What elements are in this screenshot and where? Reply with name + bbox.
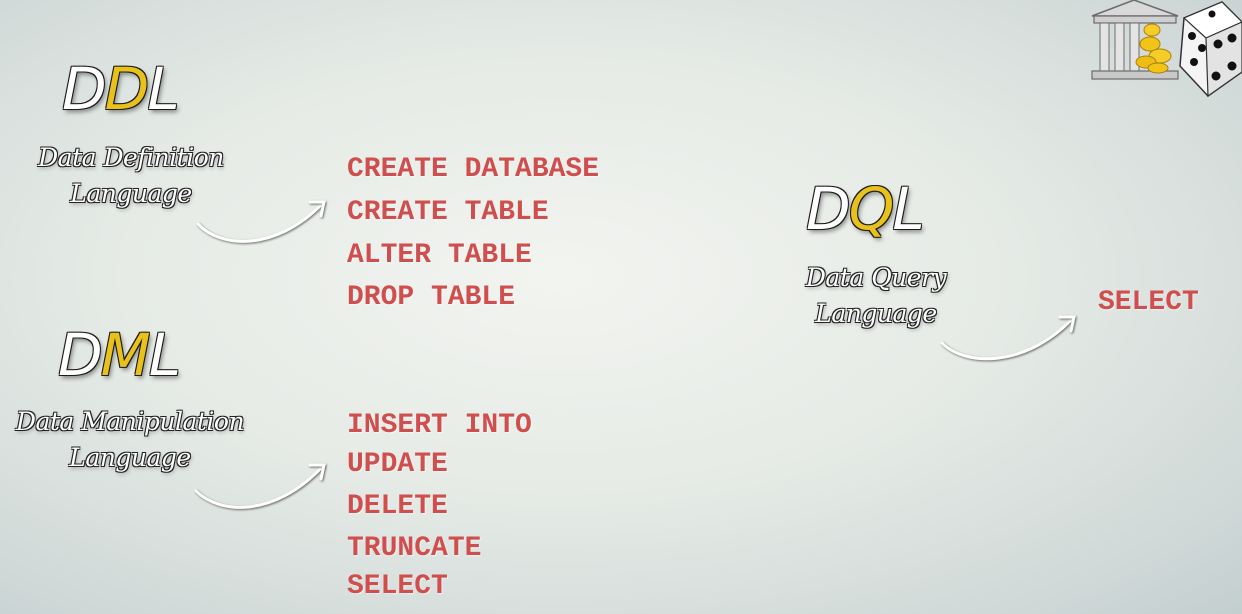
dml-acronym: DML [58,326,181,384]
dml-description-line1: Data Manipulation [15,407,245,436]
dml-command: DELETE [347,491,448,522]
dml-command: SELECT [347,571,448,602]
bank-dice-icon [1091,0,1242,98]
dql-description-line1: Data Query [805,263,947,292]
dql-acronym: DQL [806,180,925,238]
dml-arrow-icon [194,463,326,509]
dml-acronym-letter-1: D [58,321,103,389]
dml-command: UPDATE [347,449,448,480]
ddl-command: CREATE TABLE [347,197,549,228]
ddl-command: ALTER TABLE [347,240,532,271]
dml-acronym-highlight: M [100,321,151,389]
ddl-command: DROP TABLE [347,282,516,313]
ddl-acronym-highlight: D [104,55,150,123]
ddl-acronym-letter-3: L [147,55,179,123]
ddl-acronym-letter-1: D [62,55,107,123]
dql-acronym-letter-3: L [892,175,924,243]
ddl-command: CREATE DATABASE [347,154,600,185]
dml-command: INSERT INTO [347,410,532,441]
dql-acronym-highlight: Q [848,175,895,243]
dql-command: SELECT [1098,287,1199,318]
ddl-arrow-icon [196,200,326,243]
ddl-description-line1: Data Definition [38,143,224,172]
dml-acronym-letter-3: L [148,321,181,389]
ddl-acronym: DDL [62,60,180,118]
dql-arrow-icon [940,315,1076,361]
dml-command: TRUNCATE [347,533,482,564]
dql-acronym-letter-1: D [806,175,851,243]
